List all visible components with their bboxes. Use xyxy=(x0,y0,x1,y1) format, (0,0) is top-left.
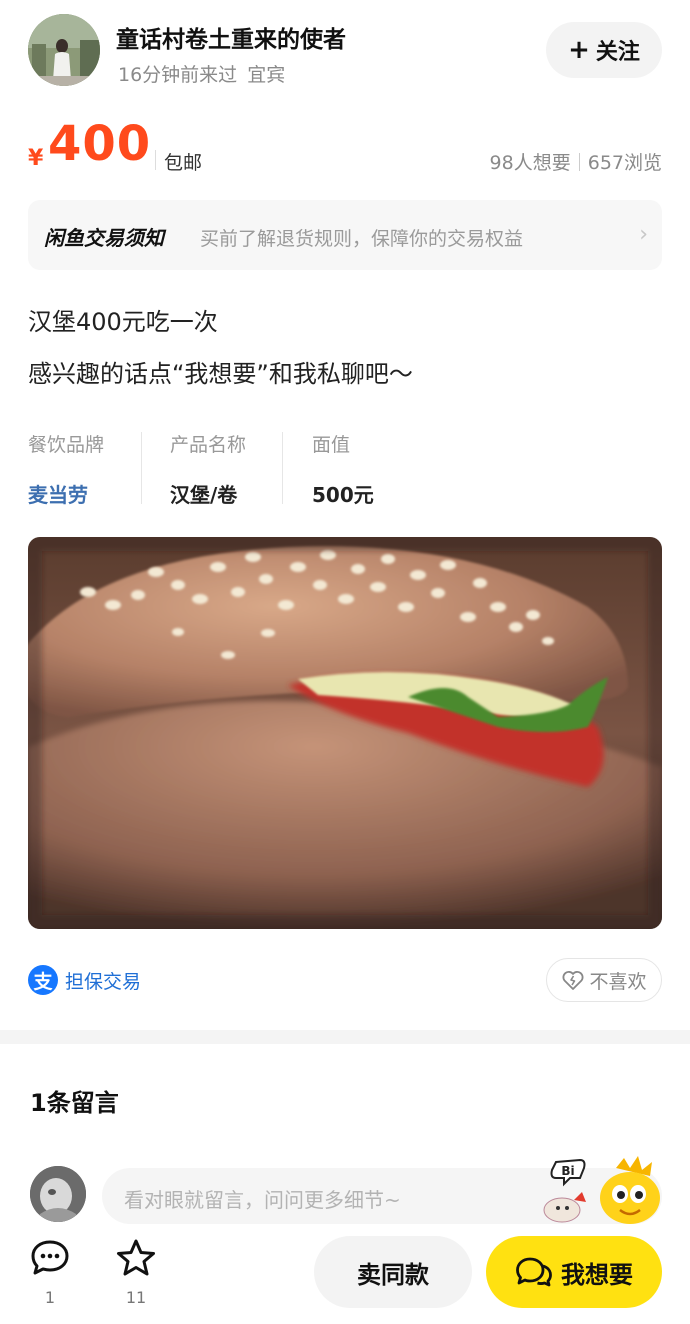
attr-key: 餐饮品牌 xyxy=(28,434,105,456)
wants-count: 98人想要 xyxy=(489,152,571,174)
seller-name[interactable]: 童话村卷土重来的使者 xyxy=(116,20,346,54)
bottom-action-bar: 1 11 卖同款 我想要 xyxy=(0,1226,690,1324)
chat-icon xyxy=(516,1257,552,1287)
comment-count: 1 xyxy=(44,1288,56,1307)
chat-bubble-icon xyxy=(31,1240,69,1275)
seller-meta: 16分钟前来过 宜宾 xyxy=(118,60,285,87)
attr-brand: 餐饮品牌 麦当劳 xyxy=(28,430,104,510)
star-icon xyxy=(117,1239,155,1276)
notice-title: 闲鱼交易须知 xyxy=(44,226,164,250)
broken-heart-icon xyxy=(562,971,584,990)
price-row: ¥ 400 包邮 98人想要 657浏览 xyxy=(28,116,662,180)
mascot-badge-text: Bi xyxy=(561,1164,574,1178)
description-line: 汉堡400元吃一次 xyxy=(28,308,218,336)
comment-placeholder: 看对眼就留言，问问更多细节~ xyxy=(124,1188,401,1212)
comments-title: 1条留言 xyxy=(30,1089,119,1117)
seller-header: 童话村卷土重来的使者 16分钟前来过 宜宾 + 关注 xyxy=(28,14,662,88)
dislike-button[interactable]: 不喜欢 xyxy=(546,958,662,1002)
favorite-count: 11 xyxy=(125,1288,147,1307)
attr-divider xyxy=(282,432,283,504)
description-line: 感兴趣的话点“我想要”和我私聊吧～ xyxy=(28,360,413,388)
stats-divider xyxy=(578,153,580,171)
item-description: 汉堡400元吃一次 感兴趣的话点“我想要”和我私聊吧～ xyxy=(28,296,662,400)
attr-face-value: 面值 500元 xyxy=(312,430,374,510)
seller-location: 宜宾 xyxy=(247,64,286,86)
attr-value-link[interactable]: 麦当劳 xyxy=(28,479,104,508)
want-label: 我想要 xyxy=(561,1260,633,1289)
seller-avatar[interactable] xyxy=(28,14,100,86)
attr-product: 产品名称 汉堡/卷 xyxy=(170,430,246,510)
comment-input[interactable]: 看对眼就留言，问问更多细节~ Bi xyxy=(102,1156,662,1224)
chevron-right-icon: › xyxy=(639,222,648,247)
price-amount: 400 xyxy=(48,116,152,172)
item-stats: 98人想要 657浏览 xyxy=(490,148,662,175)
follow-label: 关注 xyxy=(595,40,640,65)
attr-value: 500元 xyxy=(312,483,374,507)
fish-mascot-icon: Bi xyxy=(543,1156,660,1224)
sell-same-button[interactable]: 卖同款 xyxy=(314,1236,472,1308)
item-attributes: 餐饮品牌 麦当劳 产品名称 汉堡/卷 面值 500元 xyxy=(28,430,662,510)
shipping-label: 包邮 xyxy=(154,148,202,175)
views-count: 657浏览 xyxy=(587,152,662,174)
user-avatar xyxy=(30,1166,86,1222)
plus-icon: + xyxy=(568,35,590,65)
want-button[interactable]: 我想要 xyxy=(486,1236,662,1308)
dislike-label: 不喜欢 xyxy=(589,970,647,993)
guarantee-row[interactable]: 支 担保交易 xyxy=(28,962,141,998)
attr-key: 面值 xyxy=(312,434,351,456)
trade-notice-bar[interactable]: 闲鱼交易须知 买前了解退货规则，保障你的交易权益 › xyxy=(28,200,662,270)
follow-button[interactable]: + 关注 xyxy=(546,22,662,78)
attr-key: 产品名称 xyxy=(170,434,247,456)
product-photo[interactable] xyxy=(28,537,662,929)
section-divider xyxy=(0,1030,690,1044)
notice-text: 买前了解退货规则，保障你的交易权益 xyxy=(200,228,524,250)
last-seen-text: 16分钟前来过 xyxy=(118,64,238,86)
alipay-icon: 支 xyxy=(28,965,58,995)
comment-action[interactable]: 1 xyxy=(20,1238,80,1318)
currency-symbol: ¥ xyxy=(28,146,44,171)
attr-divider xyxy=(141,432,142,504)
guarantee-label: 担保交易 xyxy=(65,970,142,993)
attr-value: 汉堡/卷 xyxy=(170,483,238,507)
favorite-action[interactable]: 11 xyxy=(106,1238,166,1318)
